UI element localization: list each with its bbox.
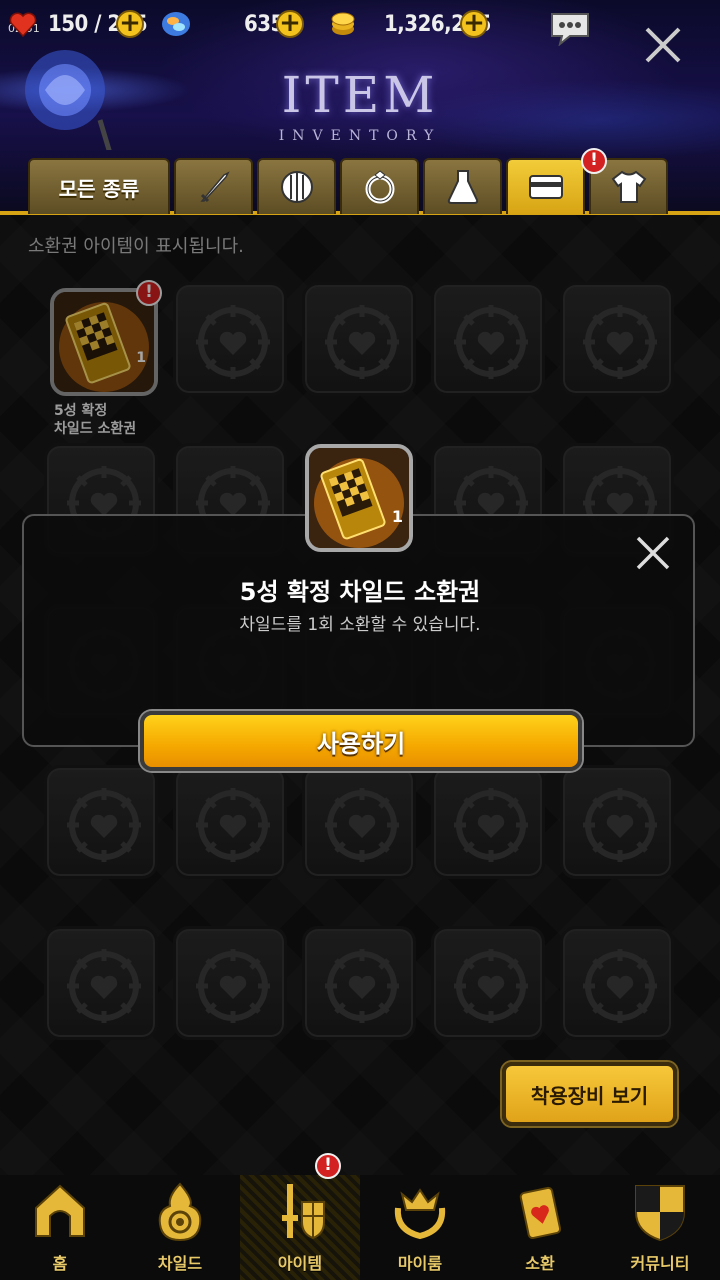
child-flame-icon bbox=[158, 1182, 202, 1242]
summon-card-icon bbox=[519, 1186, 562, 1240]
close-icon[interactable] bbox=[643, 25, 683, 65]
popup-item-count: 1 bbox=[391, 507, 403, 526]
popup-close-icon[interactable] bbox=[634, 534, 672, 572]
header: 02:51 150 / 265 + 635 + 1,326,275 + bbox=[0, 0, 720, 215]
shirt-icon bbox=[611, 170, 646, 203]
shield-icon bbox=[280, 171, 313, 203]
tab-alert-badge: ! bbox=[581, 148, 607, 174]
tab-consumable[interactable] bbox=[423, 158, 502, 214]
nav-home-label: 홈 bbox=[52, 1254, 68, 1273]
tab-all-types[interactable]: 모든 종류 bbox=[28, 158, 170, 214]
nav-item-alert-badge: ! bbox=[315, 1153, 341, 1179]
add-stamina-button[interactable]: + bbox=[116, 10, 144, 38]
use-button[interactable]: 사용하기 bbox=[140, 711, 582, 771]
nav-summon[interactable]: 소환 bbox=[480, 1175, 600, 1280]
tab-armor[interactable] bbox=[257, 158, 336, 214]
nav-community-label: 커뮤니티 bbox=[630, 1254, 690, 1273]
popup-item-icon: 1 bbox=[305, 444, 413, 552]
nav-item-label: 아이템 bbox=[277, 1254, 323, 1273]
ticket-icon bbox=[528, 175, 563, 199]
community-shield-icon bbox=[635, 1185, 685, 1242]
use-button-label: 사용하기 bbox=[316, 729, 406, 758]
summon-ticket-icon bbox=[309, 448, 409, 548]
ring-icon bbox=[365, 170, 394, 204]
sword-icon bbox=[199, 171, 230, 203]
chat-icon[interactable] bbox=[548, 10, 592, 46]
tab-all-types-label: 모든 종류 bbox=[58, 176, 140, 201]
nav-child[interactable]: 차일드 bbox=[120, 1175, 240, 1280]
gem-icon bbox=[162, 12, 190, 36]
add-gem-button[interactable]: + bbox=[276, 10, 304, 38]
potion-icon bbox=[447, 170, 478, 204]
nav-item[interactable]: 아이템 bbox=[240, 1175, 360, 1280]
nav-summon-label: 소환 bbox=[525, 1254, 555, 1273]
popup-description: 차일드를 1회 소환할 수 있습니다. bbox=[239, 615, 481, 635]
view-equipment-label: 착용장비 보기 bbox=[530, 1083, 649, 1108]
add-gold-button[interactable]: + bbox=[460, 10, 488, 38]
coin-icon bbox=[331, 12, 355, 35]
bottom-nav: 홈 차일드 아이템 마이룸 소환 커뮤니티 bbox=[0, 1175, 720, 1280]
nav-home[interactable]: 홈 bbox=[0, 1175, 120, 1280]
tab-accessory[interactable] bbox=[340, 158, 419, 214]
page-subtitle: INVENTORY bbox=[278, 128, 442, 144]
popup-title: 5성 확정 차일드 소환권 bbox=[239, 578, 481, 606]
page-title: ITEM bbox=[281, 66, 439, 124]
stamina-resource bbox=[8, 6, 38, 42]
nav-myroom-label: 마이룸 bbox=[397, 1254, 443, 1273]
tab-summon-ticket[interactable] bbox=[506, 158, 585, 214]
tab-weapon[interactable] bbox=[174, 158, 253, 214]
home-icon bbox=[35, 1184, 85, 1237]
category-tabs: 모든 종류 bbox=[28, 158, 668, 214]
heart-icon bbox=[9, 12, 37, 38]
nav-myroom[interactable]: 마이룸 bbox=[360, 1175, 480, 1280]
crown-wreath-icon bbox=[394, 1188, 446, 1240]
item-sword-shield-icon bbox=[282, 1184, 325, 1240]
nav-child-label: 차일드 bbox=[157, 1254, 203, 1273]
nav-community[interactable]: 커뮤니티 bbox=[600, 1175, 720, 1280]
view-equipment-button[interactable]: 착용장비 보기 bbox=[502, 1062, 677, 1126]
